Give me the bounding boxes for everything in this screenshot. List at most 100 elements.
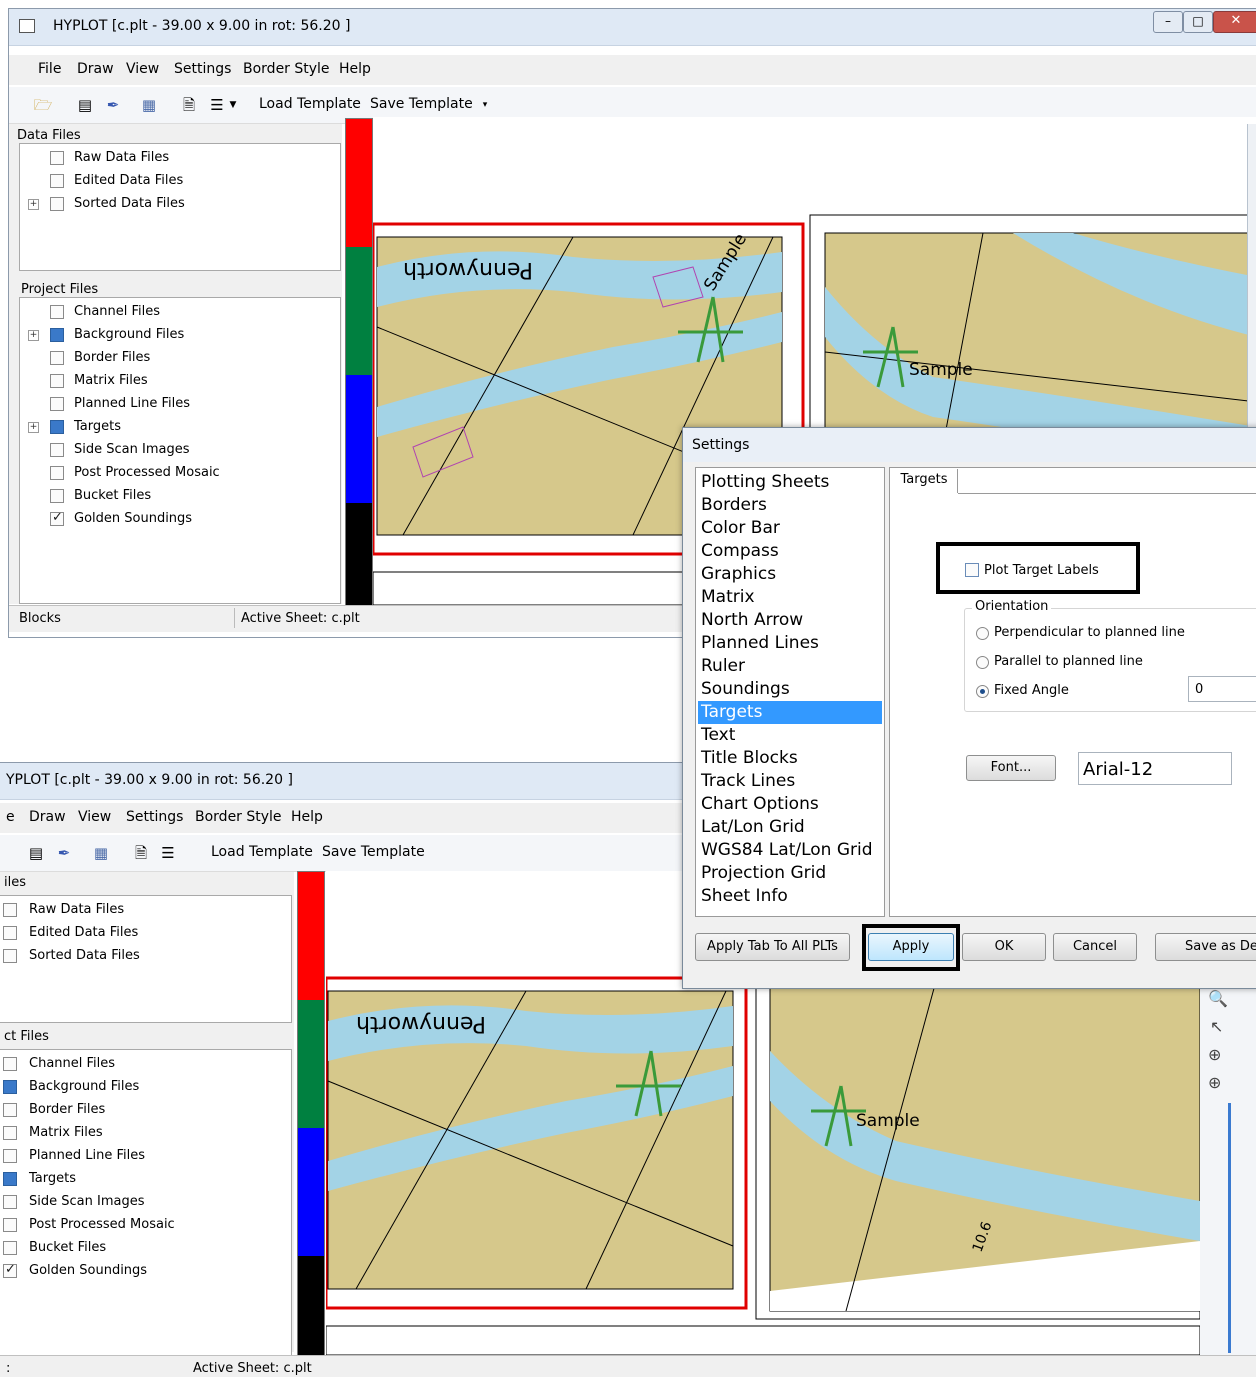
zoom-icon[interactable]: 🔍 — [1208, 989, 1228, 1008]
category-north-arrow[interactable]: North Arrow — [698, 609, 882, 632]
checkbox[interactable] — [50, 197, 64, 211]
category-text[interactable]: Text — [698, 724, 882, 747]
menu-file[interactable]: File — [38, 61, 61, 77]
apply-button[interactable]: Apply — [868, 933, 954, 961]
menu-draw[interactable]: Draw — [77, 61, 114, 77]
checkbox[interactable] — [3, 926, 17, 940]
chart-icon[interactable]: ▦ — [139, 96, 159, 114]
menu-help[interactable]: Help — [291, 809, 323, 825]
open-folder-icon[interactable]: 🗁 — [33, 96, 53, 114]
category-wgs84-lat-lon-grid[interactable]: WGS84 Lat/Lon Grid — [698, 839, 882, 862]
data-files-tree: Raw Data Files Edited Data Files + Sorted… — [19, 143, 341, 271]
checkbox[interactable] — [3, 903, 17, 917]
category-ruler[interactable]: Ruler — [698, 655, 882, 678]
category-title-blocks[interactable]: Title Blocks — [698, 747, 882, 770]
menu-border-style[interactable]: Border Style — [195, 809, 282, 825]
category-soundings[interactable]: Soundings — [698, 678, 882, 701]
checkbox[interactable] — [50, 466, 64, 480]
checkbox[interactable] — [50, 489, 64, 503]
category-track-lines[interactable]: Track Lines — [698, 770, 882, 793]
checkbox[interactable] — [50, 351, 64, 365]
apply-tab-to-all-button[interactable]: Apply Tab To All PLTs — [695, 933, 850, 961]
pen-icon[interactable]: ✒ — [54, 844, 74, 862]
save-template-button[interactable]: Save Template — [370, 96, 473, 112]
category-chart-options[interactable]: Chart Options — [698, 793, 882, 816]
checkbox[interactable] — [50, 305, 64, 319]
category-projection-grid[interactable]: Projection Grid — [698, 862, 882, 885]
pen-icon[interactable]: ✒ — [103, 96, 123, 114]
category-compass[interactable]: Compass — [698, 540, 882, 563]
tab-targets[interactable]: Targets — [891, 469, 958, 493]
pointer-icon[interactable]: ↖ — [1210, 1017, 1223, 1036]
checkbox[interactable] — [50, 374, 64, 388]
checkbox[interactable] — [3, 1195, 17, 1209]
checkbox[interactable] — [3, 1057, 17, 1071]
expand-icon[interactable]: + — [28, 422, 39, 433]
fixed-angle-input[interactable]: 0 — [1188, 676, 1256, 702]
category-graphics[interactable]: Graphics — [698, 563, 882, 586]
checkbox[interactable] — [3, 1241, 17, 1255]
font-button[interactable]: Font... — [966, 755, 1056, 781]
checkbox[interactable] — [3, 949, 17, 963]
checkbox[interactable] — [50, 510, 64, 526]
menu-settings[interactable]: Settings — [126, 809, 183, 825]
checkbox[interactable] — [50, 397, 64, 411]
menu-border-style[interactable]: Border Style — [243, 61, 330, 77]
checkbox[interactable] — [3, 1126, 17, 1140]
chart-icon[interactable]: ▦ — [91, 844, 111, 862]
menu-view[interactable]: View — [126, 61, 159, 77]
checkbox[interactable] — [50, 174, 64, 188]
menu-draw[interactable]: Draw — [29, 809, 66, 825]
toolbar-overflow-icon[interactable]: ▾ — [475, 96, 495, 114]
dropdown-arrow-icon[interactable]: ▼ — [223, 96, 243, 114]
target-crosshair-icon[interactable]: ⊕ — [1208, 1073, 1221, 1092]
checkbox[interactable] — [3, 1149, 17, 1163]
ok-button[interactable]: OK — [962, 933, 1046, 961]
checkbox[interactable] — [50, 151, 64, 165]
category-borders[interactable]: Borders — [698, 494, 882, 517]
checkbox[interactable] — [50, 328, 64, 342]
menu-view[interactable]: View — [78, 809, 111, 825]
close-button[interactable]: ✕ — [1213, 11, 1256, 33]
color-bar-black — [298, 1256, 324, 1358]
checkbox[interactable] — [50, 420, 64, 434]
menu-settings[interactable]: Settings — [174, 61, 231, 77]
expand-icon[interactable]: + — [28, 330, 39, 341]
category-plotting-sheets[interactable]: Plotting Sheets — [698, 471, 882, 494]
checkbox[interactable] — [3, 1103, 17, 1117]
layers-icon[interactable]: ☰ — [158, 844, 178, 862]
pan-crosshair-icon[interactable]: ⊕ — [1208, 1045, 1221, 1064]
status-blocks: Blocks — [19, 611, 61, 626]
window-icon[interactable]: ▤ — [75, 96, 95, 114]
menu-help[interactable]: Help — [339, 61, 371, 77]
category-matrix[interactable]: Matrix — [698, 586, 882, 609]
load-template-button[interactable]: Load Template — [211, 844, 313, 860]
maximize-button[interactable]: □ — [1183, 11, 1213, 33]
color-bar-red — [298, 872, 324, 1000]
save-template-button[interactable]: Save Template — [322, 844, 425, 860]
checkbox[interactable] — [3, 1262, 17, 1278]
scroll-track[interactable] — [1228, 1103, 1231, 1353]
parallel-radio[interactable] — [976, 656, 989, 669]
document-icon[interactable]: 🗎 — [179, 96, 199, 114]
expand-icon[interactable]: + — [28, 199, 39, 210]
category-lat-lon-grid[interactable]: Lat/Lon Grid — [698, 816, 882, 839]
checkbox[interactable] — [50, 443, 64, 457]
window-icon[interactable]: ▤ — [26, 844, 46, 862]
category-targets[interactable]: Targets — [698, 701, 882, 724]
category-color-bar[interactable]: Color Bar — [698, 517, 882, 540]
plot-target-labels-checkbox[interactable] — [965, 563, 979, 577]
menu-file[interactable]: e — [6, 809, 15, 825]
checkbox[interactable] — [3, 1080, 17, 1094]
fixed-angle-radio[interactable] — [976, 685, 989, 698]
checkbox[interactable] — [3, 1218, 17, 1232]
category-planned-lines[interactable]: Planned Lines — [698, 632, 882, 655]
load-template-button[interactable]: Load Template — [259, 96, 361, 112]
perpendicular-radio[interactable] — [976, 627, 989, 640]
save-as-default-button[interactable]: Save as De — [1155, 933, 1256, 961]
minimize-button[interactable]: – — [1153, 11, 1183, 33]
checkbox[interactable] — [3, 1172, 17, 1186]
category-sheet-info[interactable]: Sheet Info — [698, 885, 882, 908]
cancel-button[interactable]: Cancel — [1053, 933, 1137, 961]
document-icon[interactable]: 🗎 — [131, 844, 151, 862]
